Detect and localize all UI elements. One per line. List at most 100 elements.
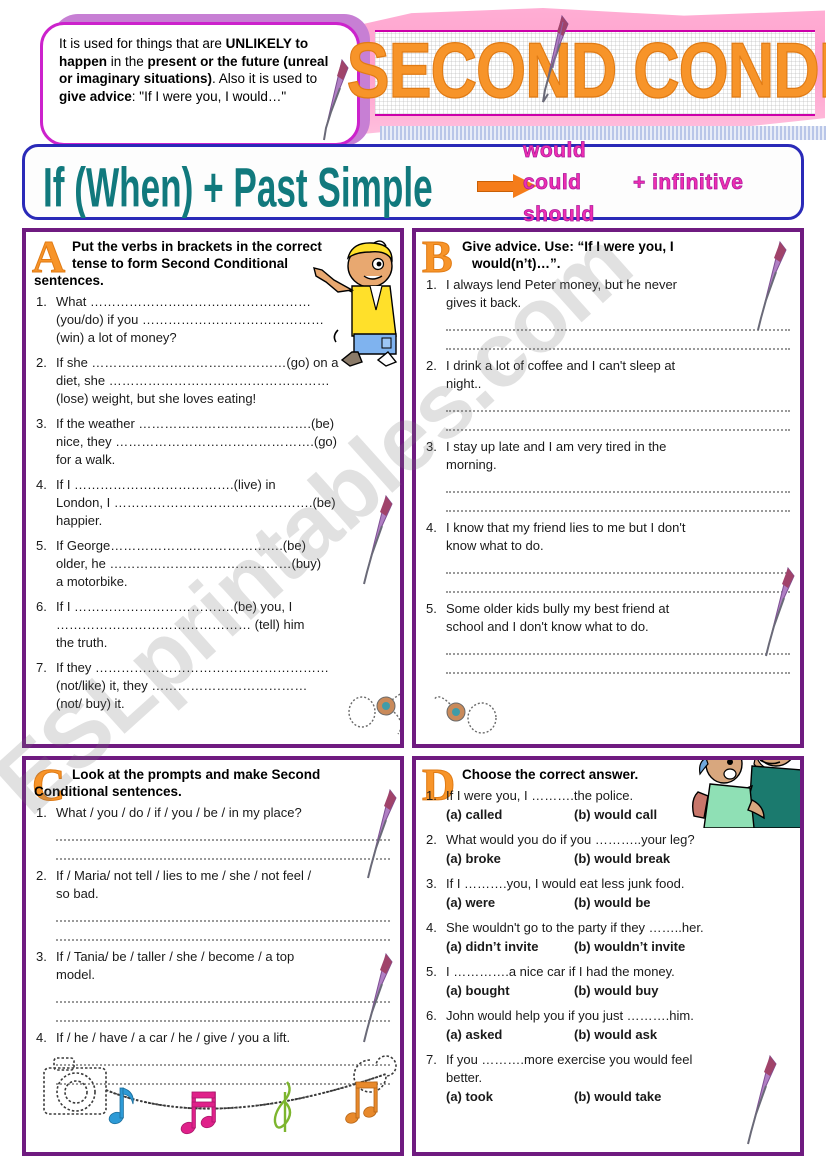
exercise-c-items: 1. What / you / do / if / you / be / in m… <box>36 804 390 1085</box>
item-body: Some older kids bully my best friend at s… <box>446 600 790 674</box>
answer-blank-line[interactable] <box>56 844 390 860</box>
item-body: What would you do if you ………..your leg? (… <box>446 831 790 868</box>
item-line: know what to do. <box>446 538 544 553</box>
answer-blank-line[interactable] <box>56 925 390 941</box>
option-a[interactable]: (a) called <box>446 806 574 824</box>
exercise-c-title: Look at the prompts and make Second Cond… <box>34 767 321 799</box>
item-line: Some older kids bully my best friend at <box>446 601 670 616</box>
option-a[interactable]: (a) didn’t invite <box>446 938 574 956</box>
item-line: a motorbike. <box>56 574 128 589</box>
answer-blank-line[interactable] <box>56 987 390 1003</box>
option-a[interactable]: (a) took <box>446 1088 574 1106</box>
option-a[interactable]: (a) broke <box>446 850 574 868</box>
exercise-b-panel: B Give advice. Use: “If I were you, I wo… <box>412 228 804 748</box>
list-item: 3. If / Tania/ be / taller / she / become… <box>36 948 390 1022</box>
infinitive-label: + infinitive <box>633 171 744 195</box>
answer-blank-line[interactable] <box>56 1006 390 1022</box>
answer-blank-line[interactable] <box>446 496 790 512</box>
item-body: If / he / have / a car / he / give / you… <box>56 1029 390 1085</box>
item-line: What …………………………………………… <box>56 294 311 309</box>
exercise-b-items: 1. I always lend Peter money, but he neve… <box>426 276 790 674</box>
option-b[interactable]: (b) would ask <box>574 1026 790 1044</box>
answer-blank-line[interactable] <box>56 825 390 841</box>
item-body: I stay up late and I am very tired in th… <box>446 438 790 512</box>
item-number: 4. <box>426 520 437 535</box>
item-body: If I ……………………………….(be) you, I ……………………………… <box>56 598 390 652</box>
list-item: 7. If they ……………………………………………… (not/like) i… <box>36 659 390 713</box>
list-item: 2. If / Maria/ not tell / lies to me / sh… <box>36 867 390 941</box>
option-b[interactable]: (b) would be <box>574 894 790 912</box>
item-line: (you/do) if you …………………………………… <box>56 312 324 327</box>
answer-blank-line[interactable] <box>446 315 790 331</box>
item-line: If / he / have / a car / he / give / you… <box>56 1030 291 1045</box>
list-item: 6. If I ……………………………….(be) you, I ………………………… <box>36 598 390 652</box>
answer-blank-line[interactable] <box>446 415 790 431</box>
option-b[interactable]: (b) would buy <box>574 982 790 1000</box>
item-line: nice, they ……………………………………….(go) <box>56 434 337 449</box>
item-line: If I were you, I ……….the police. <box>446 788 634 803</box>
item-body: I know that my friend lies to me but I d… <box>446 519 790 593</box>
list-item: 4. She wouldn't go to the party if they …… <box>426 919 790 956</box>
item-line: If they ……………………………………………… <box>56 660 330 675</box>
answer-blank-line[interactable] <box>446 334 790 350</box>
item-number: 4. <box>36 477 47 492</box>
item-body: If / Tania/ be / taller / she / become /… <box>56 948 390 1022</box>
answer-blank-line[interactable] <box>56 906 390 922</box>
answer-blank-line[interactable] <box>56 1069 390 1085</box>
answer-blank-line[interactable] <box>446 396 790 412</box>
answer-blank-line[interactable] <box>446 477 790 493</box>
answer-options: (a) asked (b) would ask <box>446 1026 790 1044</box>
item-number: 2. <box>426 832 437 847</box>
exercise-d-panel: D Choose the correct answer. 1. If I were… <box>412 756 804 1156</box>
item-body: I ………….a nice car if I had the money. (a)… <box>446 963 790 1000</box>
item-body: If I were you, I ……….the police. (a) call… <box>446 787 790 824</box>
item-body: If / Maria/ not tell / lies to me / she … <box>56 867 390 941</box>
list-item: 1. I always lend Peter money, but he neve… <box>426 276 790 350</box>
item-number: 7. <box>36 660 47 675</box>
item-number: 1. <box>36 805 47 820</box>
option-b[interactable]: (b) would call <box>574 806 790 824</box>
option-a[interactable]: (a) were <box>446 894 574 912</box>
list-item: 2. If she ………………………………………(go) on a diet, s… <box>36 354 390 408</box>
option-b[interactable]: (b) would take <box>574 1088 790 1106</box>
item-body: What …………………………………………… (you/do) if you ……… <box>56 293 390 347</box>
answer-blank-line[interactable] <box>56 1050 390 1066</box>
formula-bar: If (When) + Past Simple would could shou… <box>22 139 804 226</box>
item-line: If the weather ………………………………….(be) <box>56 416 335 431</box>
modal-would: would <box>523 139 587 163</box>
item-line: I ………….a nice car if I had the money. <box>446 964 675 979</box>
item-number: 5. <box>426 964 437 979</box>
answer-blank-line[interactable] <box>446 558 790 574</box>
item-number: 1. <box>426 788 437 803</box>
item-line: night.. <box>446 376 482 391</box>
option-b[interactable]: (b) would break <box>574 850 790 868</box>
answer-blank-line[interactable] <box>446 658 790 674</box>
item-body: If I ……….you, I would eat less junk food… <box>446 875 790 912</box>
list-item: 5. I ………….a nice car if I had the money. (… <box>426 963 790 1000</box>
list-item: 4. If I ……………………………….(live) in London, I …… <box>36 476 390 530</box>
item-line: (not/like) it, they ……………………………… <box>56 678 308 693</box>
item-line: She wouldn't go to the party if they …….… <box>446 920 704 935</box>
item-body: If you ……….more exercise you would feel b… <box>446 1051 790 1106</box>
list-item: 3. I stay up late and I am very tired in … <box>426 438 790 512</box>
list-item: 1. What …………………………………………… (you/do) if you … <box>36 293 390 347</box>
answer-options: (a) called (b) would call <box>446 806 790 824</box>
answer-blank-line[interactable] <box>446 639 790 655</box>
option-b[interactable]: (b) wouldn’t invite <box>574 938 790 956</box>
list-item: 2. I drink a lot of coffee and I can't sl… <box>426 357 790 431</box>
intro-text: It is used for things that are UNLIKELY … <box>59 36 329 104</box>
answer-options: (a) broke (b) would break <box>446 850 790 868</box>
option-a[interactable]: (a) bought <box>446 982 574 1000</box>
list-item: 1. If I were you, I ……….the police. (a) ca… <box>426 787 790 824</box>
option-a[interactable]: (a) asked <box>446 1026 574 1044</box>
item-number: 3. <box>36 949 47 964</box>
item-body: If George………………………………….(be) older, he ………… <box>56 537 390 591</box>
answer-options: (a) were (b) would be <box>446 894 790 912</box>
item-line: school and I don't know what to do. <box>446 619 649 634</box>
page-title: SECOND CONDITIONAL <box>346 28 826 116</box>
item-number: 5. <box>36 538 47 553</box>
list-item: 2. What would you do if you ………..your leg… <box>426 831 790 868</box>
answer-blank-line[interactable] <box>446 577 790 593</box>
item-line: If / Tania/ be / taller / she / become /… <box>56 949 295 964</box>
item-body: She wouldn't go to the party if they …….… <box>446 919 790 956</box>
